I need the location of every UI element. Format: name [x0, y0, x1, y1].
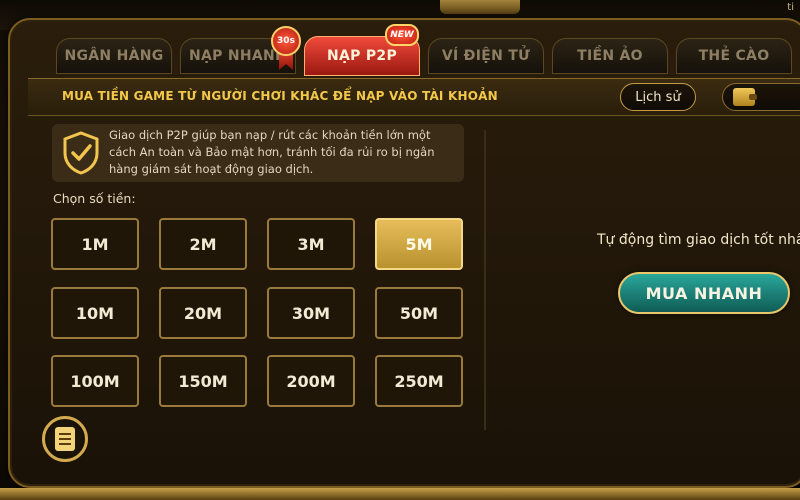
shield-check-icon [63, 131, 99, 175]
amount-option-150m[interactable]: 150M [159, 355, 247, 407]
amount-option-30m[interactable]: 30M [267, 287, 355, 339]
amount-option-250m[interactable]: 250M [375, 355, 463, 407]
auto-match-text: Tự động tìm giao dịch tốt nhấ [597, 232, 800, 248]
amount-label: Chọn số tiền: [53, 191, 136, 206]
tab-crypto[interactable]: TIỀN ẢO [552, 38, 668, 74]
badge-30s: 30s [271, 26, 301, 56]
document-icon [55, 427, 75, 451]
wallet-icon [733, 88, 757, 106]
amount-option-5m[interactable]: 5M [375, 218, 463, 270]
top-logo [440, 0, 520, 14]
page-title: MUA TIỀN GAME TỪ NGƯỜI CHƠI KHÁC ĐỂ NẠP … [62, 89, 498, 103]
amount-option-2m[interactable]: 2M [159, 218, 247, 270]
badge-new: NEW [385, 24, 419, 46]
history-button[interactable]: Lịch sử [620, 83, 696, 111]
amount-option-100m[interactable]: 100M [51, 355, 139, 407]
amount-option-1m[interactable]: 1M [51, 218, 139, 270]
amount-option-3m[interactable]: 3M [267, 218, 355, 270]
bottom-bar [0, 488, 800, 500]
amount-option-200m[interactable]: 200M [267, 355, 355, 407]
notice-text: Giao dịch P2P giúp bạn nạp / rút các kho… [109, 128, 435, 176]
quick-buy-button[interactable]: MUA NHANH [618, 272, 790, 314]
tab-card[interactable]: THẺ CÀO [676, 38, 792, 74]
corner-text: ti [787, 2, 794, 13]
guide-button[interactable] [42, 416, 88, 462]
amount-option-10m[interactable]: 10M [51, 287, 139, 339]
tab-bank[interactable]: NGÂN HÀNG [56, 38, 172, 74]
divider [484, 130, 486, 430]
tab-e-wallet[interactable]: VÍ ĐIỆN TỬ [428, 38, 544, 74]
amount-option-20m[interactable]: 20M [159, 287, 247, 339]
amount-option-50m[interactable]: 50M [375, 287, 463, 339]
